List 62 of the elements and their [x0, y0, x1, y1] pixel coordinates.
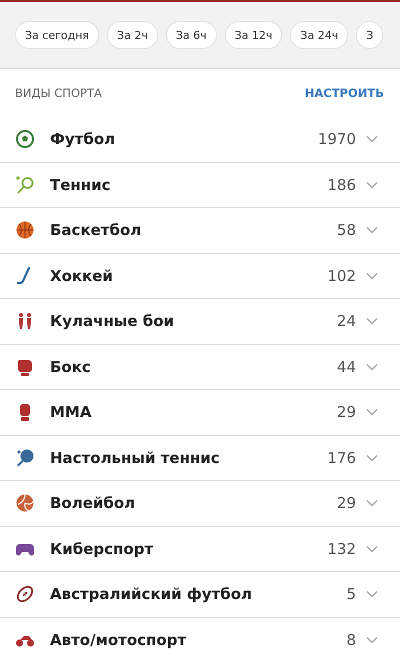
sport-row[interactable]: Футбол 1970: [0, 117, 400, 162]
sport-name: Баскетбол: [50, 221, 142, 240]
chevron-down-icon: [366, 272, 378, 280]
event-count: 132: [327, 540, 356, 558]
chevron-down-icon: [366, 636, 378, 644]
event-count: 29: [336, 403, 356, 422]
filter-chip[interactable]: За сегодня: [15, 21, 100, 49]
paddle-icon: [15, 448, 35, 468]
event-count: 1970: [318, 130, 356, 148]
sport-name: Теннис: [50, 176, 112, 194]
chevron-down-icon: [366, 544, 378, 553]
filter-chip[interactable]: За 12ч: [224, 21, 282, 49]
chevron-down-icon: [366, 180, 378, 189]
chevron-down-icon: [366, 317, 378, 326]
racket-icon: [15, 174, 35, 195]
event-count: 8: [346, 630, 356, 649]
chevron-down-icon: [366, 590, 378, 598]
chevron-down-icon: [366, 499, 378, 508]
event-count: 102: [327, 266, 356, 285]
ball-icon: [15, 493, 35, 514]
sport-row[interactable]: Хоккей 102: [0, 254, 400, 299]
sport-name: Авто/мотоспорт: [50, 630, 188, 649]
ball-icon: [15, 584, 35, 604]
sport-name: Настольный теннис: [50, 448, 221, 467]
chevron-down-icon: [366, 454, 378, 462]
chevron-down-icon: [366, 135, 378, 144]
chevron-down-icon: [366, 226, 378, 234]
sport-name: Футбол: [50, 130, 116, 148]
sport-row[interactable]: Авто/мотоспорт 8: [0, 618, 400, 658]
filter-chip[interactable]: За 24ч: [290, 21, 348, 49]
section-title: ВИДЫ СПОРТА: [15, 86, 102, 100]
event-count: 29: [336, 494, 356, 512]
event-count: 5: [346, 585, 356, 604]
ball-icon: [15, 220, 35, 240]
sport-row[interactable]: Баскетбол 58: [0, 208, 400, 254]
sport-name: Волейбол: [50, 494, 136, 512]
sport-row[interactable]: Теннис 186: [0, 162, 400, 208]
event-count: 24: [336, 312, 356, 330]
sport-row[interactable]: Волейбол 29: [0, 481, 400, 526]
sport-name: Кулачные бои: [50, 312, 176, 330]
configure-link[interactable]: НАСТРОИТЬ: [304, 86, 384, 100]
filter-chip[interactable]: За 2ч: [107, 21, 158, 49]
sport-name: Киберспорт: [50, 540, 154, 558]
sport-row[interactable]: Киберспорт 132: [0, 526, 400, 572]
sport-name: Австралийский футбол: [50, 585, 253, 604]
sport-name: Хоккей: [50, 266, 114, 285]
sport-row[interactable]: Кулачные бои 24: [0, 299, 400, 344]
sport-row[interactable]: Бокс 44: [0, 344, 400, 390]
sport-name: Бокс: [50, 358, 92, 376]
ball-icon: [15, 129, 35, 150]
chevron-down-icon: [366, 408, 378, 416]
sport-row[interactable]: ММА 29: [0, 390, 400, 436]
filter-chip[interactable]: За 6ч: [166, 21, 217, 49]
sport-row[interactable]: Настольный теннис 176: [0, 436, 400, 481]
chevron-down-icon: [366, 362, 378, 371]
sport-name: ММА: [50, 403, 92, 422]
event-count: 44: [336, 358, 356, 376]
sport-row[interactable]: Австралийский футбол 5: [0, 572, 400, 618]
event-count: 58: [336, 221, 356, 240]
filter-chip[interactable]: З: [356, 21, 384, 49]
event-count: 176: [327, 448, 356, 467]
event-count: 186: [327, 176, 356, 194]
